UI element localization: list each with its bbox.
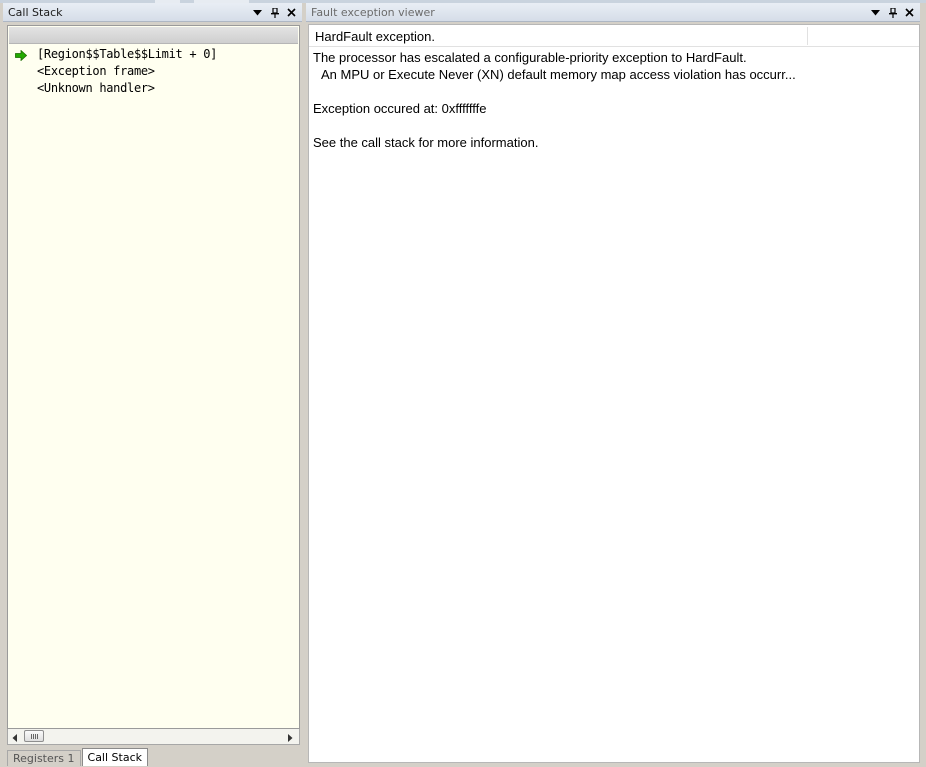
fault-description-line: An MPU or Execute Never (XN) default mem… [321, 67, 796, 82]
call-stack-window-controls [249, 4, 300, 21]
bottom-tabs: Registers 1 Call Stack [7, 748, 148, 766]
column-separator [807, 27, 808, 45]
fault-viewer-title: Fault exception viewer [311, 6, 435, 19]
call-stack-column-header [9, 27, 298, 44]
pin-icon[interactable] [266, 4, 283, 21]
fault-viewer-content: HardFault exception. The processor has e… [308, 24, 920, 763]
call-stack-frame-text: <Unknown handler> [37, 81, 155, 95]
horizontal-scrollbar[interactable] [7, 729, 300, 745]
tab-registers-1[interactable]: Registers 1 [7, 750, 81, 766]
fault-viewer-titlebar[interactable]: Fault exception viewer [306, 3, 920, 22]
fault-viewer-pane: Fault exception viewer HardFault excepti… [306, 3, 920, 763]
fault-viewer-window-controls [867, 4, 918, 21]
call-stack-frame[interactable]: <Exception frame> [8, 63, 299, 80]
dropdown-arrow-icon[interactable] [249, 4, 266, 21]
exception-address-line: Exception occured at: 0xfffffffe [313, 101, 487, 116]
close-icon[interactable] [901, 4, 918, 21]
call-stack-title: Call Stack [8, 6, 63, 19]
fault-viewer-header: HardFault exception. [309, 25, 919, 47]
call-stack-titlebar[interactable]: Call Stack [3, 3, 302, 22]
call-stack-frame[interactable]: <Unknown handler> [8, 80, 299, 97]
call-stack-frame-text: [Region$$Table$$Limit + 0] [37, 47, 218, 61]
fault-details: The processor has escalated a configurab… [313, 49, 915, 151]
right-edge [920, 3, 926, 763]
call-stack-frame-text: <Exception frame> [37, 64, 155, 78]
tab-call-stack[interactable]: Call Stack [81, 748, 148, 766]
pin-icon[interactable] [884, 4, 901, 21]
scroll-right-icon[interactable] [285, 732, 295, 742]
close-icon[interactable] [283, 4, 300, 21]
call-stack-list[interactable]: [Region$$Table$$Limit + 0] <Exception fr… [7, 25, 300, 729]
fault-type-heading: HardFault exception. [315, 29, 435, 44]
scroll-left-icon[interactable] [10, 732, 20, 742]
call-stack-pane: Call Stack [Region$$Table$$Limit + 0] <E… [3, 3, 302, 766]
call-stack-hint-line: See the call stack for more information. [313, 135, 539, 150]
call-stack-frame[interactable]: [Region$$Table$$Limit + 0] [8, 46, 299, 63]
dropdown-arrow-icon[interactable] [867, 4, 884, 21]
scrollbar-thumb[interactable] [24, 730, 44, 742]
fault-description-line: The processor has escalated a configurab… [313, 50, 747, 65]
